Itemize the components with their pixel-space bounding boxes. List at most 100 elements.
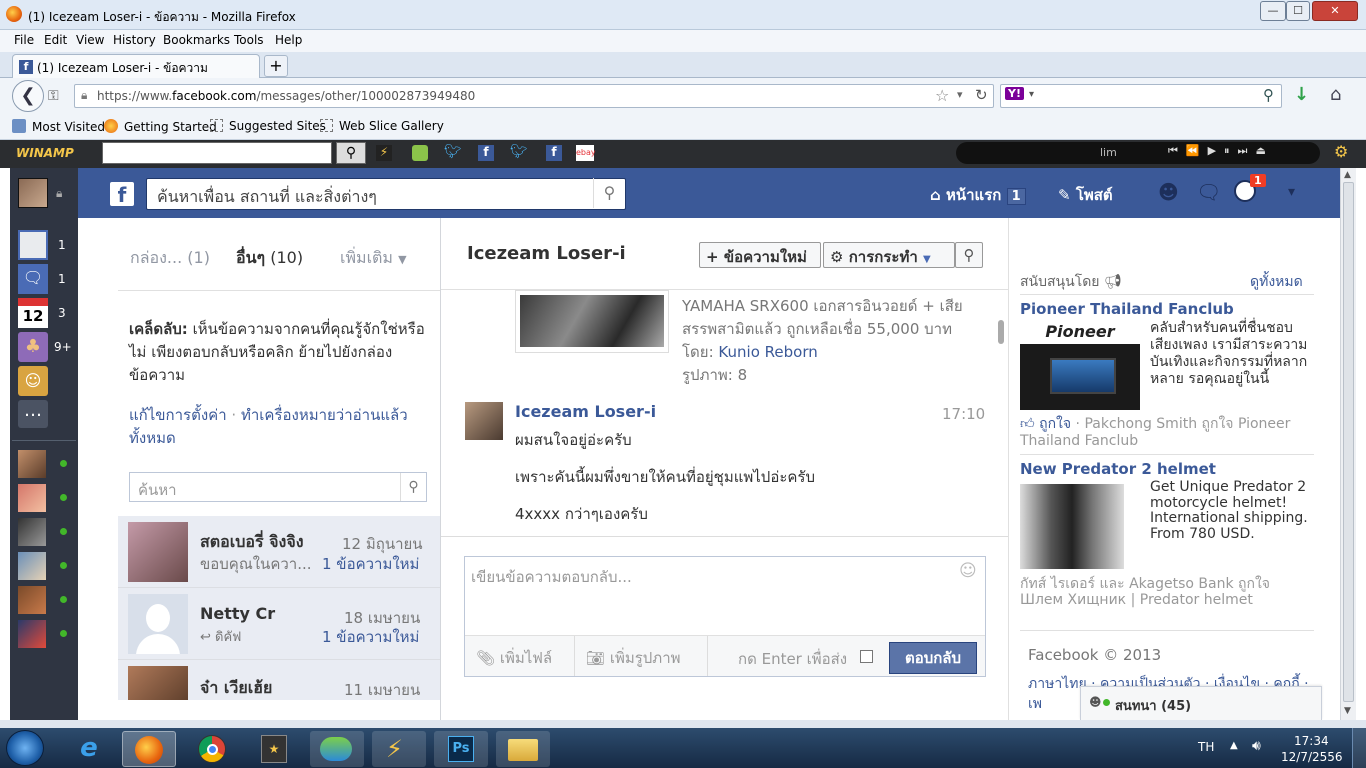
profile-avatar[interactable]: [18, 178, 48, 208]
calendar-icon[interactable]: 12: [18, 298, 48, 328]
ad-title[interactable]: New Predator 2 helmet: [1020, 460, 1216, 478]
menu-edit[interactable]: Edit: [44, 33, 67, 47]
reply-textarea[interactable]: เขียนข้อความตอบกลับ... ☺: [465, 557, 985, 635]
twitter-icon[interactable]: 🐦︎: [510, 144, 528, 160]
conversation-search-button[interactable]: ⚲: [955, 242, 983, 268]
menu-file[interactable]: File: [14, 33, 34, 47]
gear-icon[interactable]: ⚙: [1334, 142, 1348, 161]
sender-avatar[interactable]: [465, 402, 503, 440]
enter-to-send-checkbox[interactable]: [860, 650, 873, 663]
chrome-taskbar-icon[interactable]: [186, 731, 240, 767]
post-link[interactable]: ✎ โพสต์: [1058, 183, 1113, 207]
bookmark-web-slice[interactable]: Web Slice Gallery: [320, 119, 444, 133]
firefox-taskbar-icon[interactable]: [122, 731, 176, 767]
photoshop-taskbar-icon[interactable]: Ps: [434, 731, 488, 767]
app-taskbar-icon[interactable]: ★: [248, 731, 302, 767]
show-desktop-button[interactable]: [1352, 728, 1366, 768]
folder-inbox[interactable]: กล่อง... (1): [130, 246, 210, 271]
conversation-scrollbar-thumb[interactable]: [998, 320, 1004, 344]
facebook-toolbar-icon[interactable]: f: [478, 145, 494, 161]
messages-icon[interactable]: 🗨︎: [18, 264, 48, 294]
search-bar[interactable]: Y! ▾ ⚲: [1000, 84, 1282, 108]
explorer-taskbar-icon[interactable]: [496, 731, 550, 767]
search-icon[interactable]: ⚲: [593, 178, 625, 208]
winamp-app-icon[interactable]: ⚡︎: [376, 145, 392, 161]
menu-tools[interactable]: Tools: [234, 33, 264, 47]
back-button[interactable]: ❮: [12, 80, 44, 112]
winamp-logo[interactable]: WINAMP: [16, 146, 74, 160]
twitter-icon[interactable]: 🐦︎: [444, 144, 462, 160]
bookmark-most-visited[interactable]: Most Visited: [12, 119, 105, 134]
chat-friend-avatar[interactable]: [18, 518, 46, 546]
chat-friend-avatar[interactable]: [18, 552, 46, 580]
thread-search-input[interactable]: ค้นหา ⚲: [129, 472, 427, 502]
android-icon[interactable]: [412, 145, 428, 161]
thread-item[interactable]: Netty Cr 18 เมษายน ↩ ดิคัฟ 1 ข้อความใหม่: [118, 588, 440, 660]
clock-time[interactable]: 17:34: [1294, 734, 1329, 748]
see-all-ads-link[interactable]: ดูทั้งหมด: [1250, 271, 1303, 293]
start-button[interactable]: [6, 730, 44, 766]
account-menu-icon[interactable]: ▾: [1288, 184, 1295, 200]
clock-date[interactable]: 12/7/2556: [1281, 750, 1343, 764]
winamp-search-input[interactable]: [102, 142, 332, 164]
friend-requests-icon[interactable]: ☻: [1158, 180, 1179, 204]
facebook-toolbar-icon[interactable]: f: [546, 145, 562, 161]
address-bar[interactable]: 🔒︎ https://www.facebook.com/messages/oth…: [74, 84, 994, 108]
thread-item[interactable]: จ๋า เวียเฮ้ย 11 เมษายน: [118, 660, 440, 700]
bookmark-star-icon[interactable]: ☆: [935, 86, 949, 105]
download-icon[interactable]: ↓: [1294, 84, 1309, 105]
scroll-up-icon[interactable]: ▲: [1344, 170, 1351, 180]
groups-icon[interactable]: ☺: [18, 366, 48, 396]
chat-bar[interactable]: ☻ สนทนา (45): [1080, 686, 1322, 720]
dropdown-icon[interactable]: ▾: [957, 88, 963, 101]
chat-friend-avatar[interactable]: [18, 450, 46, 478]
ie-taskbar-icon[interactable]: e: [62, 731, 116, 767]
scroll-down-icon[interactable]: ▼: [1344, 706, 1351, 716]
author-link[interactable]: Kunio Reborn: [718, 343, 817, 361]
menu-history[interactable]: History: [113, 33, 156, 47]
menu-bookmarks[interactable]: Bookmarks: [163, 33, 230, 47]
sender-name[interactable]: Icezeam Loser-i: [515, 402, 656, 421]
emoticon-icon[interactable]: ☺: [959, 561, 977, 581]
search-icon[interactable]: ⚲: [400, 473, 426, 501]
minimize-button[interactable]: —: [1260, 1, 1286, 21]
chat-friend-avatar[interactable]: [18, 620, 46, 648]
ebay-icon[interactable]: ebay: [576, 145, 596, 161]
add-file-button[interactable]: 📎︎ เพิ่มไฟล์: [476, 646, 552, 670]
ad-image[interactable]: Pioneer: [1020, 322, 1140, 410]
menu-view[interactable]: View: [76, 33, 104, 47]
reload-icon[interactable]: ↻: [975, 86, 988, 104]
news-feed-icon[interactable]: [18, 230, 48, 260]
facebook-logo-icon[interactable]: f: [110, 182, 134, 207]
winamp-search-icon[interactable]: ⚲: [336, 142, 366, 164]
shared-post-image[interactable]: [515, 290, 669, 353]
close-window-button[interactable]: ✕: [1312, 1, 1358, 21]
bookmark-getting-started[interactable]: Getting Started: [104, 119, 217, 134]
tray-arrow-icon[interactable]: ▲: [1230, 740, 1238, 751]
chat-friend-avatar[interactable]: [18, 586, 46, 614]
actions-button[interactable]: ⚙ การกระทำ ▼: [823, 242, 955, 268]
messenger-taskbar-icon[interactable]: [310, 731, 364, 767]
fb-search-input[interactable]: ค้นหาเพื่อน สถานที่ และสิ่งต่างๆ ⚲: [146, 178, 626, 210]
menu-help[interactable]: Help: [275, 33, 302, 47]
winamp-taskbar-icon[interactable]: ⚡︎: [372, 731, 426, 767]
ad-title[interactable]: Pioneer Thailand Fanclub: [1020, 300, 1234, 318]
more-apps-icon[interactable]: …: [18, 400, 48, 428]
new-message-button[interactable]: + ข้อความใหม่: [699, 242, 821, 268]
yahoo-logo-icon[interactable]: Y!: [1005, 87, 1024, 100]
tab-facebook[interactable]: f (1) Icezeam Loser-i - ข้อความ: [12, 54, 260, 78]
home-icon[interactable]: ⌂: [1330, 84, 1341, 105]
page-scrollbar[interactable]: ▲ ▼: [1340, 168, 1356, 720]
edit-settings-link[interactable]: แก้ไขการตั้งค่า: [129, 406, 227, 424]
scroll-thumb[interactable]: [1343, 182, 1354, 702]
search-icon[interactable]: ⚲: [1263, 86, 1274, 104]
add-photo-button[interactable]: 📷︎ เพิ่มรูปภาพ: [586, 646, 681, 670]
chat-friend-avatar[interactable]: [18, 484, 46, 512]
games-icon[interactable]: ♣: [18, 332, 48, 362]
maximize-button[interactable]: ☐: [1286, 1, 1310, 21]
search-engine-dropdown-icon[interactable]: ▾: [1029, 89, 1034, 100]
thread-item[interactable]: สตอเบอรี่ จิงจิง 12 มิถุนายน ขอบคุณในควา…: [118, 516, 440, 588]
folder-other[interactable]: อื่นๆ (10): [236, 246, 303, 271]
input-language[interactable]: TH: [1198, 740, 1214, 754]
reply-button[interactable]: ตอบกลับ: [889, 642, 977, 674]
